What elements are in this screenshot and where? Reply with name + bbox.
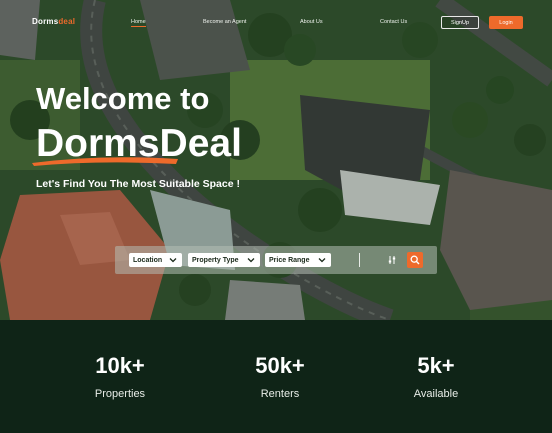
property-type-filter-label: Property Type — [192, 256, 239, 264]
hero-headline-line2: DormsDeal — [36, 122, 242, 165]
nav-link-about-us[interactable]: About Us — [300, 19, 323, 25]
price-range-filter-label: Price Range — [269, 256, 310, 264]
stat-renters-value: 50k+ — [255, 353, 305, 378]
nav-link-become-agent[interactable]: Become an Agent — [203, 19, 246, 25]
nav-link-home[interactable]: Home — [131, 19, 146, 27]
hero-subheadline: Let's Find You The Most Suitable Space ! — [36, 178, 240, 190]
search-button[interactable] — [407, 252, 423, 268]
stat-renters-label: Renters — [260, 388, 300, 400]
search-bar: Location Property Type Price Range — [115, 246, 437, 274]
chevron-down-icon — [247, 258, 255, 263]
chevron-down-icon — [318, 258, 326, 263]
nav-link-contact-us[interactable]: Contact Us — [380, 19, 407, 25]
stat-available-value: 5k+ — [417, 353, 455, 378]
search-icon — [410, 255, 420, 265]
location-filter-dropdown[interactable]: Location — [129, 253, 182, 267]
stat-properties-label: Properties — [94, 388, 146, 400]
search-divider — [359, 253, 360, 267]
stats-section: 10k+ Properties 50k+ Renters 5k+ Availab… — [0, 320, 552, 433]
hero-section: Dormsdeal Home Become an Agent About Us … — [0, 0, 552, 320]
top-nav: Dormsdeal Home Become an Agent About Us … — [0, 0, 552, 44]
price-range-filter-dropdown[interactable]: Price Range — [265, 253, 331, 267]
sliders-icon[interactable] — [387, 255, 397, 265]
chevron-down-icon — [169, 258, 177, 263]
brand-name-part1: Dorms — [32, 17, 59, 26]
hero-headline-line1: Welcome to — [36, 81, 210, 116]
brand-name-part2: deal — [58, 17, 76, 26]
brand-logo[interactable]: Dormsdeal — [32, 17, 75, 26]
location-filter-label: Location — [133, 256, 163, 264]
property-type-filter-dropdown[interactable]: Property Type — [188, 253, 260, 267]
stat-available-label: Available — [413, 388, 459, 400]
signup-button[interactable]: SignUp — [441, 16, 479, 29]
stat-properties-value: 10k+ — [95, 353, 145, 378]
login-button[interactable]: Login — [489, 16, 523, 29]
